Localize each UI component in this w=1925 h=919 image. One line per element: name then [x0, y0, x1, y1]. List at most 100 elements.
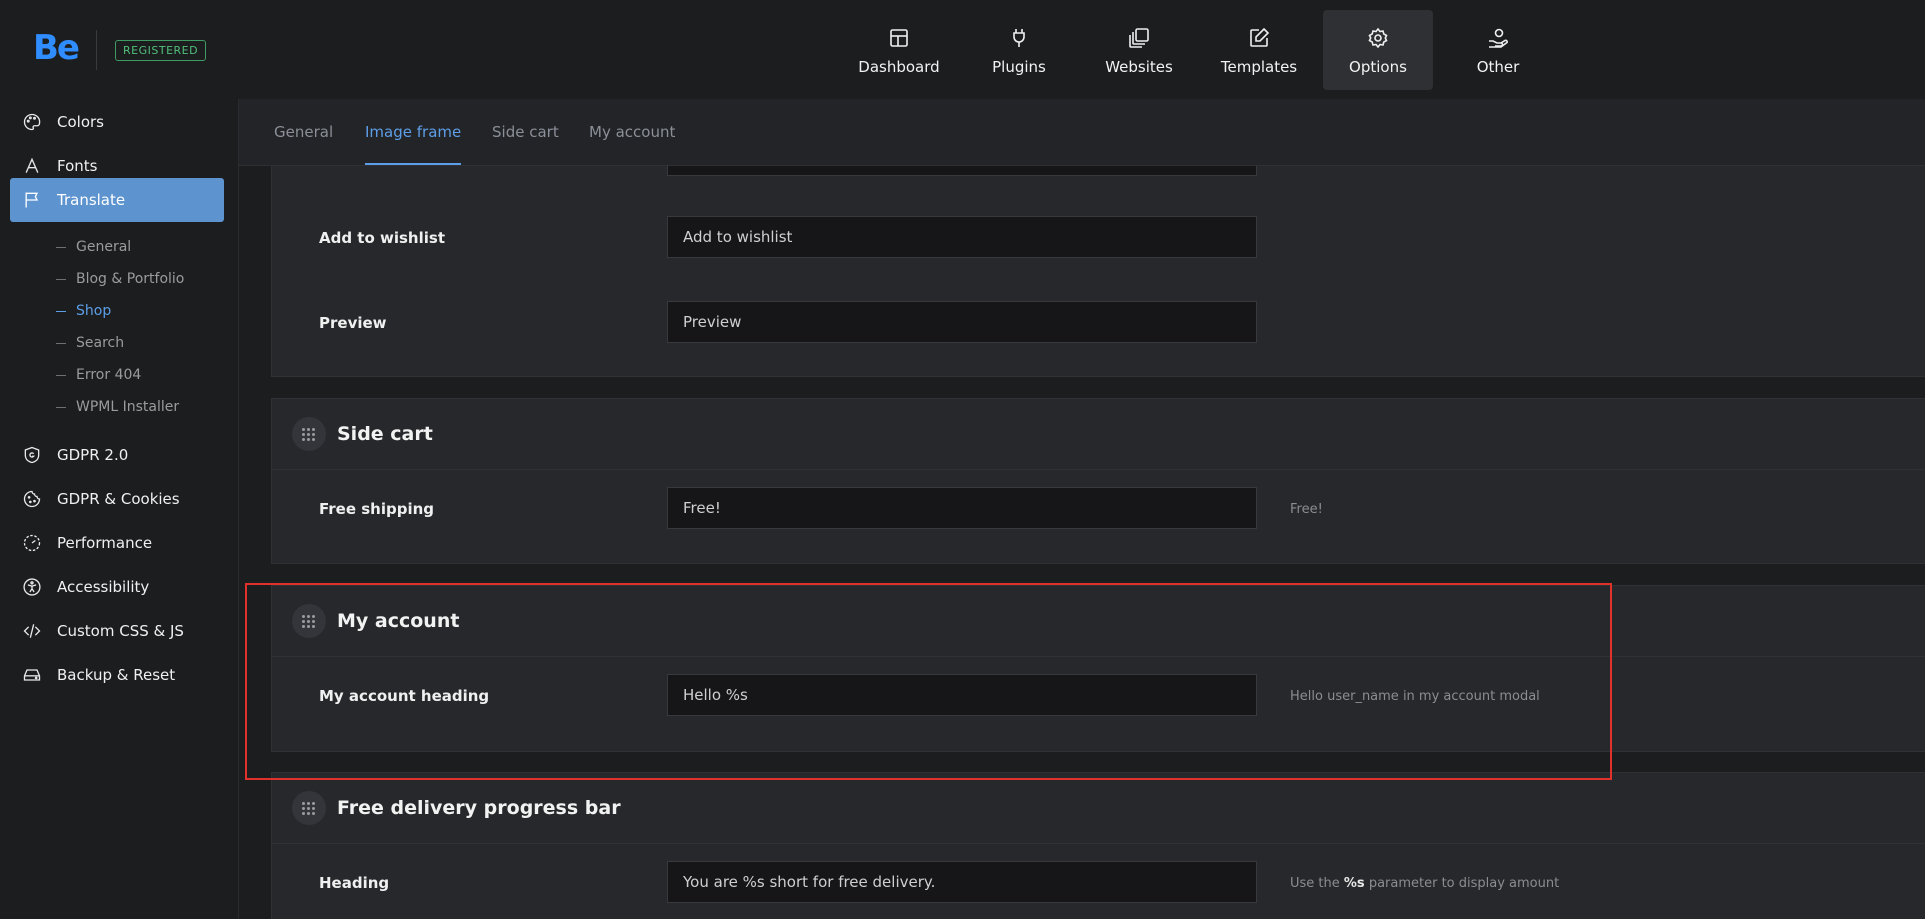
- preview-input[interactable]: [667, 301, 1257, 343]
- field-label: My account heading: [319, 687, 490, 705]
- user-hand-icon: [1489, 28, 1508, 48]
- nav-other[interactable]: Other: [1443, 10, 1553, 90]
- grip-dot: [312, 812, 315, 815]
- panel-title: My account: [337, 610, 460, 632]
- panel-header: Side cart: [272, 399, 1925, 470]
- tab-general[interactable]: General: [274, 99, 333, 165]
- panel-title: Side cart: [337, 423, 433, 445]
- grip-dot: [307, 620, 310, 623]
- tab-image-frame[interactable]: Image frame: [365, 99, 462, 165]
- grip-dot: [307, 428, 310, 431]
- tab-my-account[interactable]: My account: [589, 99, 675, 165]
- dash-marker: [56, 342, 66, 344]
- sidebar-subitem-general[interactable]: General: [56, 236, 131, 258]
- grip-dot: [307, 438, 310, 441]
- field-label: Add to wishlist: [319, 229, 445, 247]
- field-label: Free shipping: [319, 500, 435, 518]
- nav-label: Options: [1349, 58, 1407, 76]
- sidebar-item-translate[interactable]: Translate: [10, 178, 224, 222]
- gear-icon: [1368, 27, 1388, 49]
- hint-text: parameter to display amount: [1368, 876, 1560, 891]
- grip-dot: [312, 807, 315, 810]
- add-to-wishlist-input[interactable]: [667, 216, 1257, 258]
- grip-dot: [302, 438, 305, 441]
- free-shipping-input[interactable]: [667, 487, 1257, 529]
- sidebar-subitem-wpml-installer[interactable]: WPML Installer: [56, 396, 179, 418]
- grip-dot: [312, 438, 315, 441]
- dash-marker: [56, 278, 66, 280]
- sidebar-item-backup-reset[interactable]: Backup & Reset: [10, 653, 224, 697]
- sidebar-item-label: Performance: [57, 534, 153, 552]
- registered-badge: REGISTERED: [115, 40, 207, 61]
- panel-my-account: My account My account heading Hello user…: [271, 585, 1925, 752]
- panel-title: Free delivery progress bar: [337, 797, 621, 819]
- templates-icon: [1250, 27, 1270, 47]
- gauge-icon: [23, 534, 41, 552]
- nav-templates[interactable]: Templates: [1204, 10, 1314, 90]
- nav-label: Other: [1476, 58, 1520, 76]
- grip-dot: [312, 615, 315, 618]
- nav-label: Websites: [1105, 58, 1173, 76]
- nav-label: Templates: [1220, 58, 1298, 76]
- sidebar-subitem-label: Shop: [76, 303, 112, 319]
- sidebar-item-gdpr-2[interactable]: GDPR 2.0: [10, 433, 224, 477]
- cookie-icon: [23, 490, 41, 508]
- drag-handle-icon[interactable]: [292, 604, 326, 638]
- sidebar-subitem-label: General: [76, 239, 132, 255]
- sidebar-item-label: GDPR & Cookies: [57, 490, 180, 508]
- grip-dot: [307, 433, 310, 436]
- grip-dot: [312, 802, 315, 805]
- my-account-heading-input[interactable]: [667, 674, 1257, 716]
- sidebar-item-performance[interactable]: Performance: [10, 521, 224, 565]
- dash-marker: [56, 310, 66, 312]
- brand-logo[interactable]: Be: [33, 28, 80, 68]
- panel-header: Free delivery progress bar: [272, 773, 1925, 844]
- sidebar: Colors Fonts Translate General Blog & Po…: [0, 99, 239, 919]
- field-hint: Hello user_name in my account modal: [1290, 689, 1540, 704]
- top-bar: Be REGISTERED Dashboard Plugins Websites…: [0, 0, 1925, 100]
- grip-dot: [312, 620, 315, 623]
- tab-bar: General Image frame Side cart My account: [239, 99, 1925, 166]
- tab-side-cart[interactable]: Side cart: [492, 99, 559, 165]
- sidebar-item-label: Colors: [57, 113, 104, 131]
- code-icon: [23, 624, 41, 638]
- dashboard-icon: [890, 29, 908, 47]
- sidebar-item-label: Custom CSS & JS: [57, 622, 184, 640]
- sidebar-subitem-error-404[interactable]: Error 404: [56, 364, 141, 386]
- palette-icon: [23, 113, 41, 131]
- sidebar-subitem-blog-portfolio[interactable]: Blog & Portfolio: [56, 268, 184, 290]
- field-hint: Use the %s parameter to display amount: [1290, 876, 1559, 891]
- panel-image-frame: Add to wishlist Preview: [271, 139, 1925, 377]
- sidebar-subitem-shop[interactable]: Shop: [56, 300, 111, 322]
- sidebar-item-accessibility[interactable]: Accessibility: [10, 565, 224, 609]
- nav-options[interactable]: Options: [1323, 10, 1433, 90]
- sidebar-item-label: Fonts: [57, 157, 98, 175]
- sidebar-subitem-search[interactable]: Search: [56, 332, 124, 354]
- drag-handle-icon[interactable]: [292, 417, 326, 451]
- dash-marker: [56, 406, 66, 408]
- dash-marker: [56, 246, 66, 248]
- drag-handle-icon[interactable]: [292, 791, 326, 825]
- hint-param: %s: [1343, 876, 1365, 891]
- sidebar-item-label: Translate: [57, 191, 126, 209]
- hint-text: Use the: [1290, 876, 1340, 891]
- plug-icon: [1013, 29, 1025, 47]
- nav-label: Plugins: [992, 58, 1046, 76]
- sidebar-item-custom-css-js[interactable]: Custom CSS & JS: [10, 609, 224, 653]
- sidebar-item-label: GDPR 2.0: [57, 446, 129, 464]
- sidebar-item-colors[interactable]: Colors: [10, 100, 224, 144]
- drive-icon: [23, 669, 41, 681]
- field-label: Preview: [319, 314, 387, 332]
- nav-dashboard[interactable]: Dashboard: [844, 10, 954, 90]
- panel-side-cart: Side cart Free shipping Free!: [271, 398, 1925, 564]
- sidebar-subitem-label: Error 404: [76, 367, 142, 383]
- main-content: General Image frame Side cart My account…: [239, 99, 1925, 919]
- sidebar-item-gdpr-cookies[interactable]: GDPR & Cookies: [10, 477, 224, 521]
- websites-icon: [1129, 28, 1149, 48]
- field-label: Heading: [319, 874, 390, 892]
- nav-websites[interactable]: Websites: [1084, 10, 1194, 90]
- free-delivery-heading-input[interactable]: [667, 861, 1257, 903]
- grip-dot: [302, 802, 305, 805]
- nav-plugins[interactable]: Plugins: [964, 10, 1074, 90]
- shield-icon: [24, 446, 40, 464]
